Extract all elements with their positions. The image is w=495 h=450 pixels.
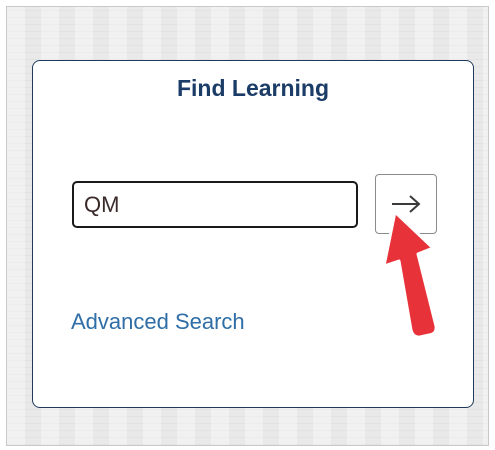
search-go-button[interactable] — [375, 174, 437, 234]
arrow-right-icon — [392, 195, 421, 213]
panel-title: Find Learning — [176, 75, 330, 101]
advanced-search-link[interactable]: Advanced Search — [71, 309, 245, 335]
search-input[interactable] — [72, 181, 358, 228]
find-learning-panel: Find Learning Advanced Search — [32, 60, 474, 408]
